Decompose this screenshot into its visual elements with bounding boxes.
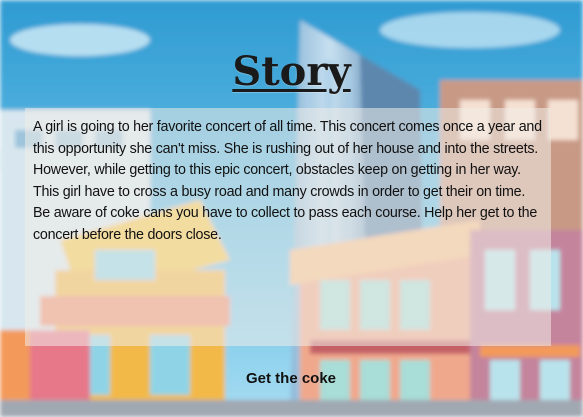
story-text: A girl is going to her favorite concert …	[33, 119, 542, 243]
page-title: Story	[232, 48, 351, 95]
get-the-coke-button[interactable]: Get the coke	[236, 366, 346, 392]
story-panel: A girl is going to her favorite concert …	[25, 108, 551, 346]
